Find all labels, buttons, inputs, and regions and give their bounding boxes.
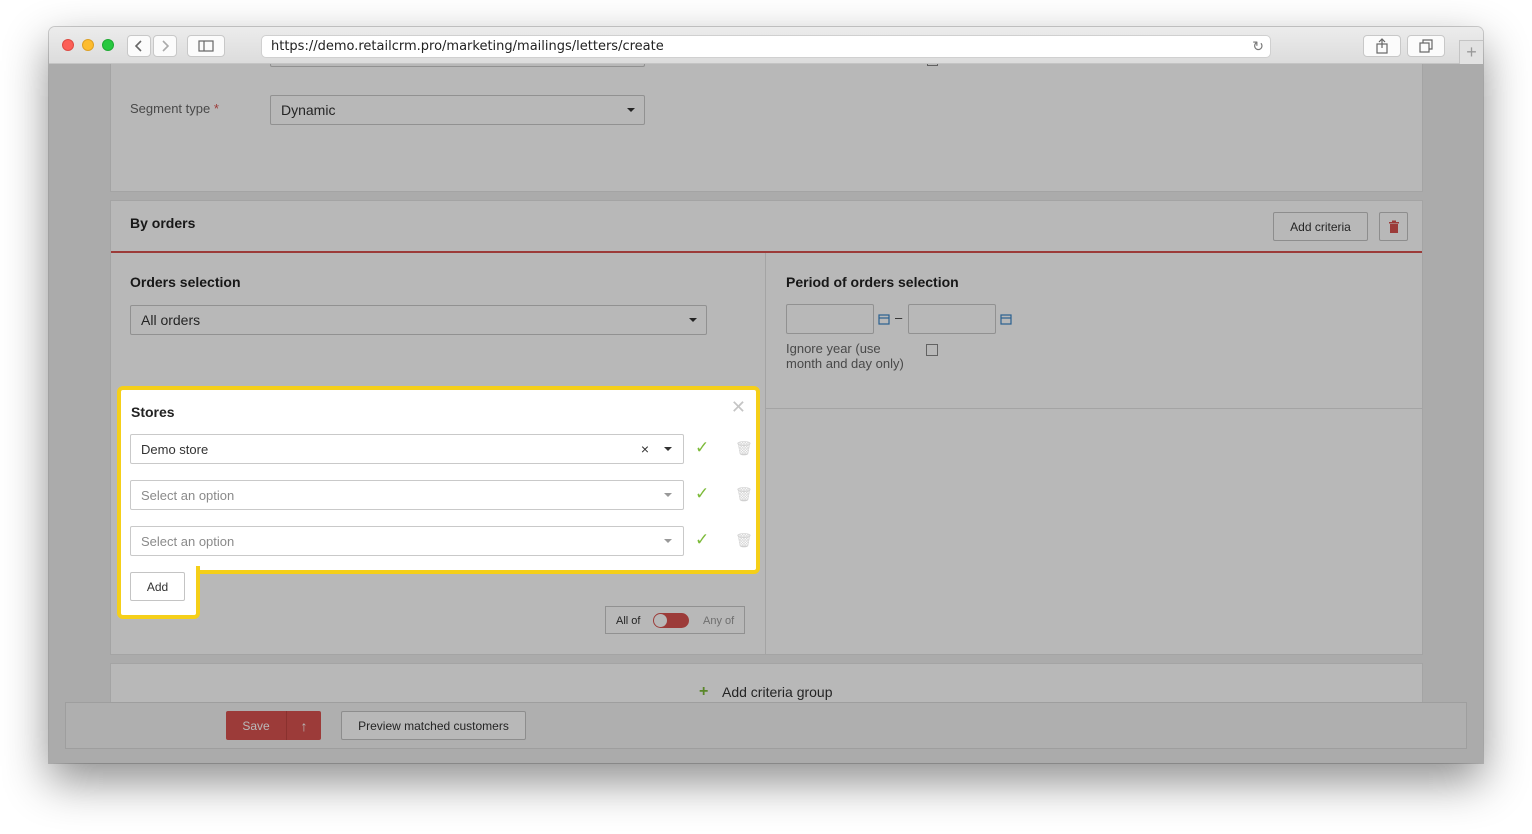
row-divider: [766, 408, 1422, 409]
orders-selection-value: All orders: [141, 312, 201, 328]
orders-selection-select[interactable]: All orders: [130, 305, 707, 335]
store-select-2[interactable]: Select an option: [130, 480, 684, 510]
store-select-value: Demo store: [141, 441, 209, 457]
share-icon: [1376, 38, 1388, 54]
add-store-button[interactable]: Add: [130, 572, 185, 601]
by-orders-title: By orders: [130, 215, 196, 231]
stores-popup-add-area: Add: [117, 566, 200, 619]
period-title: Period of orders selection: [786, 274, 959, 290]
minimize-window-button[interactable]: [82, 39, 94, 51]
trash-icon[interactable]: 🗑: [735, 440, 753, 457]
calendar-icon[interactable]: [878, 312, 890, 330]
forward-button[interactable]: [153, 35, 177, 57]
plus-icon: +: [1466, 42, 1477, 62]
show-tabs-button[interactable]: [1407, 35, 1445, 57]
sidebar-toggle-button[interactable]: [187, 35, 225, 57]
delete-criteria-block-button[interactable]: [1379, 212, 1408, 241]
page-content: Segment type * Dynamic By orders Add cri…: [49, 64, 1483, 763]
save-and-exit-button[interactable]: ↑: [286, 711, 321, 740]
store-select-placeholder: Select an option: [141, 533, 235, 549]
add-criteria-button[interactable]: Add criteria: [1273, 212, 1368, 241]
back-button[interactable]: [127, 35, 151, 57]
any-of-label: Any of: [703, 615, 735, 627]
trash-icon[interactable]: 🗑: [735, 532, 753, 549]
address-bar[interactable]: https://demo.retailcrm.pro/marketing/mai…: [261, 35, 1271, 58]
stores-title: Stores: [131, 404, 175, 420]
arrow-up-icon: ↑: [300, 717, 308, 734]
footer-bar: Save ↑ Preview matched customers: [65, 702, 1467, 749]
store-select-1[interactable]: Demo store ×: [130, 434, 684, 464]
column-divider: [765, 253, 766, 654]
chevron-down-icon: [627, 108, 635, 112]
chevron-down-icon: [664, 539, 672, 543]
period-separator: –: [895, 310, 903, 325]
period-from-input[interactable]: [786, 304, 874, 334]
sidebar-icon: [198, 40, 214, 52]
reload-icon[interactable]: ↻: [1252, 37, 1264, 58]
new-tab-button[interactable]: +: [1459, 40, 1483, 64]
browser-toolbar: https://demo.retailcrm.pro/marketing/mai…: [49, 27, 1483, 64]
browser-window: https://demo.retailcrm.pro/marketing/mai…: [49, 27, 1483, 763]
tabs-icon: [1419, 39, 1433, 53]
chevron-down-icon: [664, 493, 672, 497]
segment-type-value: Dynamic: [281, 102, 336, 118]
chevron-down-icon: [689, 318, 697, 322]
zoom-window-button[interactable]: [102, 39, 114, 51]
check-icon[interactable]: ✓: [695, 530, 709, 550]
share-button[interactable]: [1363, 35, 1401, 57]
partial-checkbox[interactable]: [927, 64, 938, 66]
panel-divider: [111, 251, 1422, 253]
segment-type-label: Segment type *: [130, 101, 219, 116]
match-mode-switch[interactable]: All of Any of: [605, 606, 745, 634]
period-to-input[interactable]: [908, 304, 996, 334]
ignore-year-label: Ignore year (use month and day only): [786, 341, 904, 371]
chevron-left-icon: [134, 40, 142, 52]
all-of-label: All of: [616, 615, 641, 627]
chevron-down-icon: [664, 447, 672, 451]
trash-icon[interactable]: 🗑: [735, 486, 753, 503]
close-icon[interactable]: ✕: [731, 397, 746, 418]
stores-popup: Stores ✕ Demo store × ✓ 🗑 Select an opti…: [117, 386, 760, 574]
preview-matched-customers-button[interactable]: Preview matched customers: [341, 711, 526, 740]
check-icon[interactable]: ✓: [695, 484, 709, 504]
orders-selection-title: Orders selection: [130, 274, 241, 290]
check-icon[interactable]: ✓: [695, 438, 709, 458]
add-criteria-group-label: Add criteria group: [722, 684, 833, 700]
chevron-right-icon: [162, 40, 170, 52]
segment-type-select[interactable]: Dynamic: [270, 95, 645, 125]
segment-settings-panel: Segment type * Dynamic: [110, 64, 1423, 192]
store-select-3[interactable]: Select an option: [130, 526, 684, 556]
toggle-track[interactable]: [653, 613, 689, 628]
plus-icon: +: [699, 683, 709, 700]
store-select-placeholder: Select an option: [141, 487, 235, 503]
close-window-button[interactable]: [62, 39, 74, 51]
clear-selection-icon[interactable]: ×: [641, 441, 649, 457]
trash-icon: [1388, 220, 1399, 233]
save-button[interactable]: Save: [226, 711, 286, 740]
segment-name-input[interactable]: [270, 64, 645, 67]
ignore-year-checkbox[interactable]: [926, 344, 938, 356]
toggle-knob: [654, 614, 667, 627]
calendar-icon[interactable]: [1000, 312, 1012, 330]
url-text: https://demo.retailcrm.pro/marketing/mai…: [271, 39, 664, 54]
